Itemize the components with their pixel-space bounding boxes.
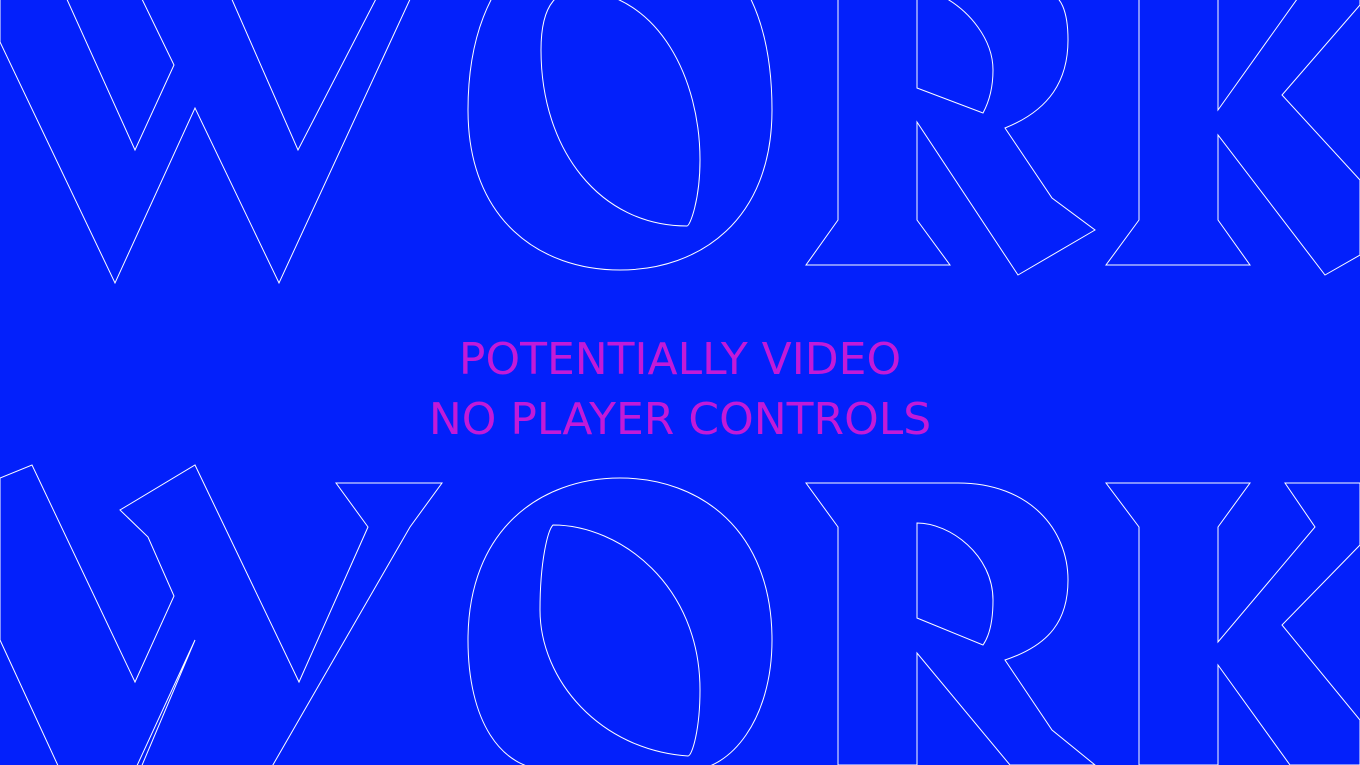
video-placeholder-caption: POTENTIALLY VIDEO NO PLAYER CONTROLS xyxy=(0,330,1360,450)
caption-line-1: POTENTIALLY VIDEO xyxy=(458,334,902,385)
video-placeholder: POTENTIALLY VIDEO NO PLAYER CONTROLS xyxy=(0,0,1360,765)
caption-line-2: NO PLAYER CONTROLS xyxy=(428,394,932,445)
